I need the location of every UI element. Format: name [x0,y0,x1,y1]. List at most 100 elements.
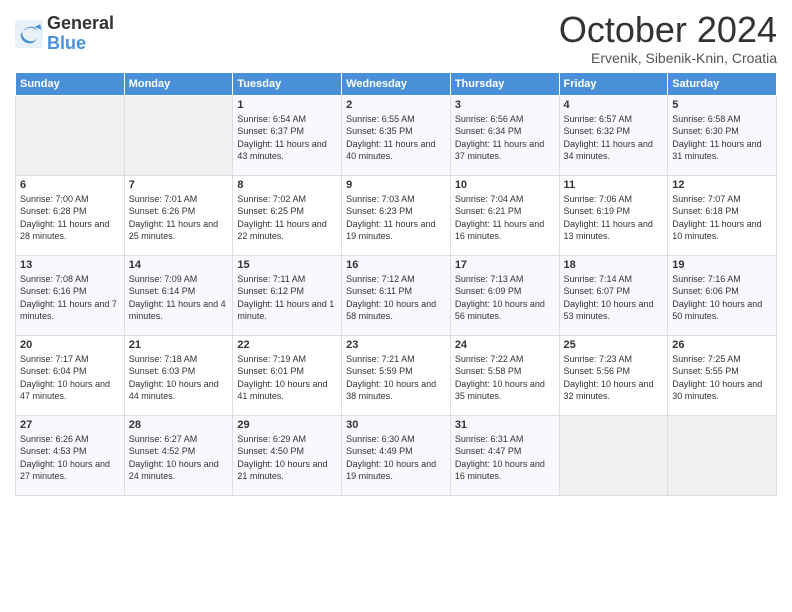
calendar-cell: 3 Sunrise: 6:56 AM Sunset: 6:34 PM Daylig… [450,95,559,175]
calendar-header-row: SundayMondayTuesdayWednesdayThursdayFrid… [16,72,777,95]
day-info: Sunrise: 6:26 AM Sunset: 4:53 PM Dayligh… [20,433,120,483]
calendar-cell: 16 Sunrise: 7:12 AM Sunset: 6:11 PM Dayli… [342,255,451,335]
day-info: Sunrise: 7:18 AM Sunset: 6:03 PM Dayligh… [129,353,229,403]
day-number: 16 [346,259,446,271]
day-info: Sunrise: 7:12 AM Sunset: 6:11 PM Dayligh… [346,273,446,323]
day-info: Sunrise: 6:57 AM Sunset: 6:32 PM Dayligh… [564,113,664,163]
day-info: Sunrise: 7:04 AM Sunset: 6:21 PM Dayligh… [455,193,555,243]
calendar-cell: 12 Sunrise: 7:07 AM Sunset: 6:18 PM Dayli… [668,175,777,255]
day-number: 27 [20,419,120,431]
calendar-cell [668,415,777,495]
day-number: 17 [455,259,555,271]
day-number: 11 [564,179,664,191]
day-number: 19 [672,259,772,271]
calendar-cell: 10 Sunrise: 7:04 AM Sunset: 6:21 PM Dayli… [450,175,559,255]
day-number: 2 [346,99,446,111]
day-info: Sunrise: 7:02 AM Sunset: 6:25 PM Dayligh… [237,193,337,243]
day-number: 26 [672,339,772,351]
day-header-saturday: Saturday [668,72,777,95]
day-header-tuesday: Tuesday [233,72,342,95]
day-info: Sunrise: 7:03 AM Sunset: 6:23 PM Dayligh… [346,193,446,243]
day-info: Sunrise: 7:07 AM Sunset: 6:18 PM Dayligh… [672,193,772,243]
day-info: Sunrise: 7:08 AM Sunset: 6:16 PM Dayligh… [20,273,120,323]
calendar-cell [16,95,125,175]
calendar-cell: 20Sunrise: 7:17 AM Sunset: 6:04 PM Dayli… [16,335,125,415]
page-container: General Blue October 2024 Ervenik, Siben… [0,0,792,506]
calendar-week-row: 13 Sunrise: 7:08 AM Sunset: 6:16 PM Dayli… [16,255,777,335]
day-number: 15 [237,259,337,271]
logo-icon [15,20,43,48]
day-number: 21 [129,339,229,351]
calendar-cell: 5 Sunrise: 6:58 AM Sunset: 6:30 PM Daylig… [668,95,777,175]
calendar-cell [124,95,233,175]
calendar-cell: 13 Sunrise: 7:08 AM Sunset: 6:16 PM Dayli… [16,255,125,335]
calendar-cell: 7Sunrise: 7:01 AM Sunset: 6:26 PM Daylig… [124,175,233,255]
calendar-cell: 6 Sunrise: 7:00 AM Sunset: 6:28 PM Daylig… [16,175,125,255]
day-number: 7 [129,179,229,191]
logo-text: General Blue [47,14,114,54]
day-number: 30 [346,419,446,431]
calendar-cell: 22Sunrise: 7:19 AM Sunset: 6:01 PM Dayli… [233,335,342,415]
day-number: 4 [564,99,664,111]
day-info: Sunrise: 6:54 AM Sunset: 6:37 PM Dayligh… [237,113,337,163]
calendar-table: SundayMondayTuesdayWednesdayThursdayFrid… [15,72,777,496]
day-info: Sunrise: 7:19 AM Sunset: 6:01 PM Dayligh… [237,353,337,403]
calendar-cell: 17Sunrise: 7:13 AM Sunset: 6:09 PM Dayli… [450,255,559,335]
calendar-cell: 29 Sunrise: 6:29 AM Sunset: 4:50 PM Dayli… [233,415,342,495]
day-header-friday: Friday [559,72,668,95]
day-info: Sunrise: 7:23 AM Sunset: 5:56 PM Dayligh… [564,353,664,403]
calendar-cell: 28Sunrise: 6:27 AM Sunset: 4:52 PM Dayli… [124,415,233,495]
logo-general: General [47,14,114,34]
day-number: 10 [455,179,555,191]
calendar-week-row: 27 Sunrise: 6:26 AM Sunset: 4:53 PM Dayli… [16,415,777,495]
calendar-cell [559,415,668,495]
day-info: Sunrise: 7:09 AM Sunset: 6:14 PM Dayligh… [129,273,229,323]
day-header-thursday: Thursday [450,72,559,95]
day-number: 29 [237,419,337,431]
calendar-cell: 24 Sunrise: 7:22 AM Sunset: 5:58 PM Dayli… [450,335,559,415]
day-info: Sunrise: 6:29 AM Sunset: 4:50 PM Dayligh… [237,433,337,483]
day-number: 13 [20,259,120,271]
day-number: 14 [129,259,229,271]
header: General Blue October 2024 Ervenik, Siben… [15,10,777,66]
calendar-week-row: 20Sunrise: 7:17 AM Sunset: 6:04 PM Dayli… [16,335,777,415]
day-number: 12 [672,179,772,191]
day-info: Sunrise: 7:11 AM Sunset: 6:12 PM Dayligh… [237,273,337,323]
day-header-monday: Monday [124,72,233,95]
day-number: 28 [129,419,229,431]
day-info: Sunrise: 7:21 AM Sunset: 5:59 PM Dayligh… [346,353,446,403]
calendar-cell: 9Sunrise: 7:03 AM Sunset: 6:23 PM Daylig… [342,175,451,255]
calendar-cell: 1Sunrise: 6:54 AM Sunset: 6:37 PM Daylig… [233,95,342,175]
day-number: 23 [346,339,446,351]
month-title: October 2024 [559,10,777,50]
location-subtitle: Ervenik, Sibenik-Knin, Croatia [559,50,777,66]
calendar-cell: 4 Sunrise: 6:57 AM Sunset: 6:32 PM Daylig… [559,95,668,175]
day-info: Sunrise: 7:06 AM Sunset: 6:19 PM Dayligh… [564,193,664,243]
day-info: Sunrise: 6:56 AM Sunset: 6:34 PM Dayligh… [455,113,555,163]
day-info: Sunrise: 6:31 AM Sunset: 4:47 PM Dayligh… [455,433,555,483]
day-header-wednesday: Wednesday [342,72,451,95]
day-number: 3 [455,99,555,111]
day-number: 6 [20,179,120,191]
day-info: Sunrise: 6:30 AM Sunset: 4:49 PM Dayligh… [346,433,446,483]
calendar-cell: 11 Sunrise: 7:06 AM Sunset: 6:19 PM Dayli… [559,175,668,255]
title-block: October 2024 Ervenik, Sibenik-Knin, Croa… [559,10,777,66]
day-info: Sunrise: 7:00 AM Sunset: 6:28 PM Dayligh… [20,193,120,243]
day-header-sunday: Sunday [16,72,125,95]
calendar-cell: 31 Sunrise: 6:31 AM Sunset: 4:47 PM Dayli… [450,415,559,495]
day-info: Sunrise: 7:22 AM Sunset: 5:58 PM Dayligh… [455,353,555,403]
day-info: Sunrise: 6:58 AM Sunset: 6:30 PM Dayligh… [672,113,772,163]
day-info: Sunrise: 7:17 AM Sunset: 6:04 PM Dayligh… [20,353,120,403]
day-number: 31 [455,419,555,431]
calendar-cell: 14 Sunrise: 7:09 AM Sunset: 6:14 PM Dayli… [124,255,233,335]
day-number: 18 [564,259,664,271]
calendar-cell: 18Sunrise: 7:14 AM Sunset: 6:07 PM Dayli… [559,255,668,335]
logo: General Blue [15,14,114,54]
day-number: 25 [564,339,664,351]
calendar-cell: 15 Sunrise: 7:11 AM Sunset: 6:12 PM Dayli… [233,255,342,335]
day-number: 24 [455,339,555,351]
calendar-cell: 25 Sunrise: 7:23 AM Sunset: 5:56 PM Dayli… [559,335,668,415]
calendar-cell: 26Sunrise: 7:25 AM Sunset: 5:55 PM Dayli… [668,335,777,415]
day-number: 5 [672,99,772,111]
calendar-cell: 8Sunrise: 7:02 AM Sunset: 6:25 PM Daylig… [233,175,342,255]
